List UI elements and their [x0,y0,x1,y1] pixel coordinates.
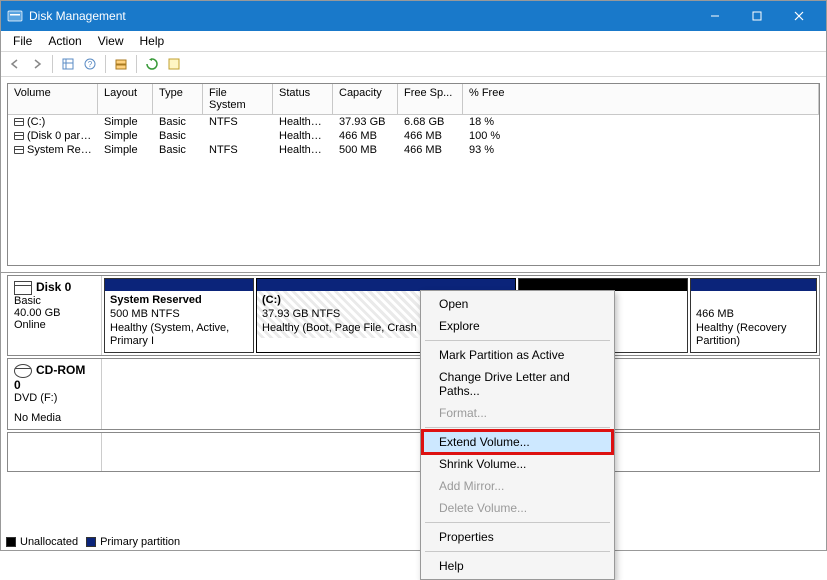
disk-graphical-view: Disk 0 Basic 40.00 GB Online System Rese… [1,272,826,472]
disk-meta[interactable]: Disk 0 Basic 40.00 GB Online [8,276,102,355]
col-freespace[interactable]: Free Sp... [398,84,463,115]
partition-system-reserved[interactable]: System Reserved 500 MB NTFS Healthy (Sys… [104,278,254,353]
col-filesystem[interactable]: File System [203,84,273,115]
svg-text:?: ? [88,60,93,69]
forward-button[interactable] [27,54,47,74]
volume-icon [14,132,24,140]
ctx-open[interactable]: Open [423,293,612,315]
window-title: Disk Management [29,9,694,23]
col-type[interactable]: Type [153,84,203,115]
view-graphical-icon[interactable] [111,54,131,74]
swatch-unallocated [6,537,16,547]
volume-icon [14,146,24,154]
ctx-extend-volume[interactable]: Extend Volume... [423,431,612,453]
ctx-mark-active[interactable]: Mark Partition as Active [423,344,612,366]
cdrom-meta[interactable]: CD-ROM 0 DVD (F:) No Media [8,359,102,429]
menu-file[interactable]: File [5,32,40,50]
context-menu: Open Explore Mark Partition as Active Ch… [420,290,615,580]
toolbar: ? [1,51,826,77]
partition-recovery[interactable]: 466 MB Healthy (Recovery Partition) [690,278,817,353]
col-status[interactable]: Status [273,84,333,115]
rescan-icon[interactable] [164,54,184,74]
volume-icon [14,118,24,126]
maximize-button[interactable] [736,1,778,31]
menu-action[interactable]: Action [40,32,89,50]
ctx-explore[interactable]: Explore [423,315,612,337]
col-pctfree[interactable]: % Free [463,84,819,115]
view-list-icon[interactable] [58,54,78,74]
volume-list-header: Volume Layout Type File System Status Ca… [8,84,819,115]
volume-list: Volume Layout Type File System Status Ca… [7,83,820,266]
table-row[interactable]: (C:)SimpleBasicNTFSHealthy (...37.93 GB6… [8,115,819,129]
col-layout[interactable]: Layout [98,84,153,115]
disk-row-disk0: Disk 0 Basic 40.00 GB Online System Rese… [7,275,820,356]
ctx-format: Format... [423,402,612,424]
table-row[interactable]: (Disk 0 partition 3)SimpleBasicHealthy (… [8,129,819,143]
ctx-delete-volume: Delete Volume... [423,497,612,519]
ctx-properties[interactable]: Properties [423,526,612,548]
refresh-icon[interactable] [142,54,162,74]
close-button[interactable] [778,1,820,31]
table-row[interactable]: System ReservedSimpleBasicNTFSHealthy (.… [8,143,819,157]
menu-bar: File Action View Help [1,31,826,51]
col-capacity[interactable]: Capacity [333,84,398,115]
minimize-button[interactable] [694,1,736,31]
legend: Unallocated Primary partition [6,536,180,548]
disk-row-cdrom: CD-ROM 0 DVD (F:) No Media [7,358,820,430]
back-button[interactable] [5,54,25,74]
volume-list-body: (C:)SimpleBasicNTFSHealthy (...37.93 GB6… [8,115,819,265]
ctx-shrink-volume[interactable]: Shrink Volume... [423,453,612,475]
help-icon[interactable]: ? [80,54,100,74]
swatch-primary [86,537,96,547]
title-bar: Disk Management [1,1,826,31]
disk-row-empty [7,432,820,472]
col-volume[interactable]: Volume [8,84,98,115]
ctx-add-mirror: Add Mirror... [423,475,612,497]
cdrom-icon [14,364,32,378]
menu-view[interactable]: View [90,32,132,50]
app-icon [7,8,23,24]
ctx-help[interactable]: Help [423,555,612,577]
disk-icon [14,281,32,295]
menu-help[interactable]: Help [132,32,173,50]
ctx-change-drive-letter[interactable]: Change Drive Letter and Paths... [423,366,612,402]
